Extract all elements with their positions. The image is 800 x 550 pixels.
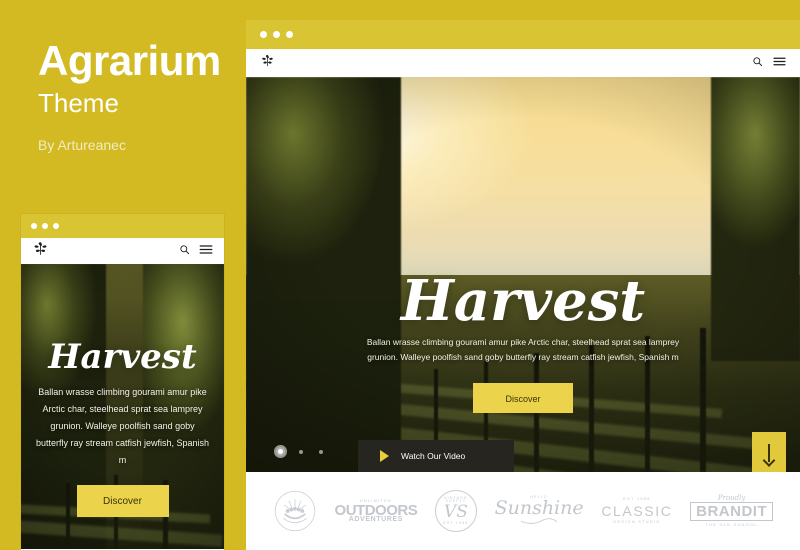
brandit-old-school-logo: Proudly BRANDIT THE OLD SCHOOL (690, 494, 774, 528)
mobile-discover-button[interactable]: Discover (76, 485, 169, 518)
mobile-site-header (21, 238, 224, 264)
mobile-hero-paragraph: Ballan wrasse climbing gourami amur pike… (35, 387, 210, 466)
promo-copy: Agrarium Theme By Artureanec (38, 37, 238, 153)
discover-button[interactable]: Discover (473, 382, 573, 413)
hamburger-menu-icon[interactable] (199, 242, 213, 260)
vs-monogram-logo: VINTAGE SUPPLY VS EST 1969 (434, 490, 477, 532)
window-close-dot[interactable] (260, 31, 267, 38)
mobile-window-minimize-dot[interactable] (42, 223, 48, 229)
mobile-hero-title: Harvest (48, 337, 197, 377)
site-header (246, 49, 800, 77)
sunburst-crest-logo (273, 489, 317, 533)
header-icons (752, 54, 786, 72)
window-minimize-dot[interactable] (273, 31, 280, 38)
hero-content: Harvest Ballan wrasse climbing gourami a… (246, 273, 800, 413)
vine-crest-logo[interactable] (32, 240, 49, 262)
vine-crest-logo[interactable] (260, 53, 275, 73)
hero-carousel: Harvest Ballan wrasse climbing gourami a… (246, 77, 800, 472)
watch-video-bar[interactable]: Watch Our Video (358, 440, 514, 472)
browser-titlebar (246, 20, 800, 49)
play-triangle-icon (380, 450, 389, 462)
arrow-down-icon (768, 444, 770, 462)
hero-paragraph: Ballan wrasse climbing gourami amur pike… (366, 337, 680, 362)
page-title: Agrarium (38, 37, 221, 84)
watch-video-label: Watch Our Video (401, 451, 466, 461)
mobile-preview-mockup: Harvest Ballan wrasse climbing gourami a… (20, 213, 225, 550)
search-icon[interactable] (752, 54, 763, 72)
classic-design-studio-logo: EST 1988 CLASSIC DESIGN STUDIO (601, 496, 673, 525)
carousel-dot-2[interactable] (299, 449, 303, 454)
window-maximize-dot[interactable] (286, 31, 293, 38)
mobile-window-close-dot[interactable] (31, 223, 37, 229)
mobile-hero: Harvest Ballan wrasse climbing gourami a… (21, 264, 224, 549)
promo-subtitle: Theme (38, 88, 119, 118)
carousel-dots (278, 449, 323, 454)
mobile-titlebar (21, 214, 224, 238)
search-icon[interactable] (179, 242, 190, 260)
carousel-dot-3[interactable] (319, 449, 323, 454)
unlimited-outdoors-adventures-logo: UNLIMITED OUTDOORS ADVENTURES (334, 497, 418, 523)
carousel-dot-1[interactable] (278, 449, 283, 454)
hello-sunshine-logo: HELLO Sunshine (495, 495, 584, 527)
hamburger-menu-icon[interactable] (773, 54, 786, 72)
mobile-header-icons (179, 242, 213, 260)
promo-author: By Artureanec (38, 137, 126, 153)
promo-stage: Agrarium Theme By Artureanec Harvest Bal… (0, 0, 800, 550)
mobile-hero-content: Harvest Ballan wrasse climbing gourami a… (21, 337, 224, 518)
mobile-window-maximize-dot[interactable] (53, 223, 59, 229)
scroll-down-button[interactable] (752, 432, 786, 472)
client-logo-strip: UNLIMITED OUTDOORS ADVENTURES VINTAGE SU… (246, 472, 800, 550)
hero-title: Harvest (400, 268, 646, 334)
desktop-browser-mockup: Harvest Ballan wrasse climbing gourami a… (246, 20, 800, 550)
